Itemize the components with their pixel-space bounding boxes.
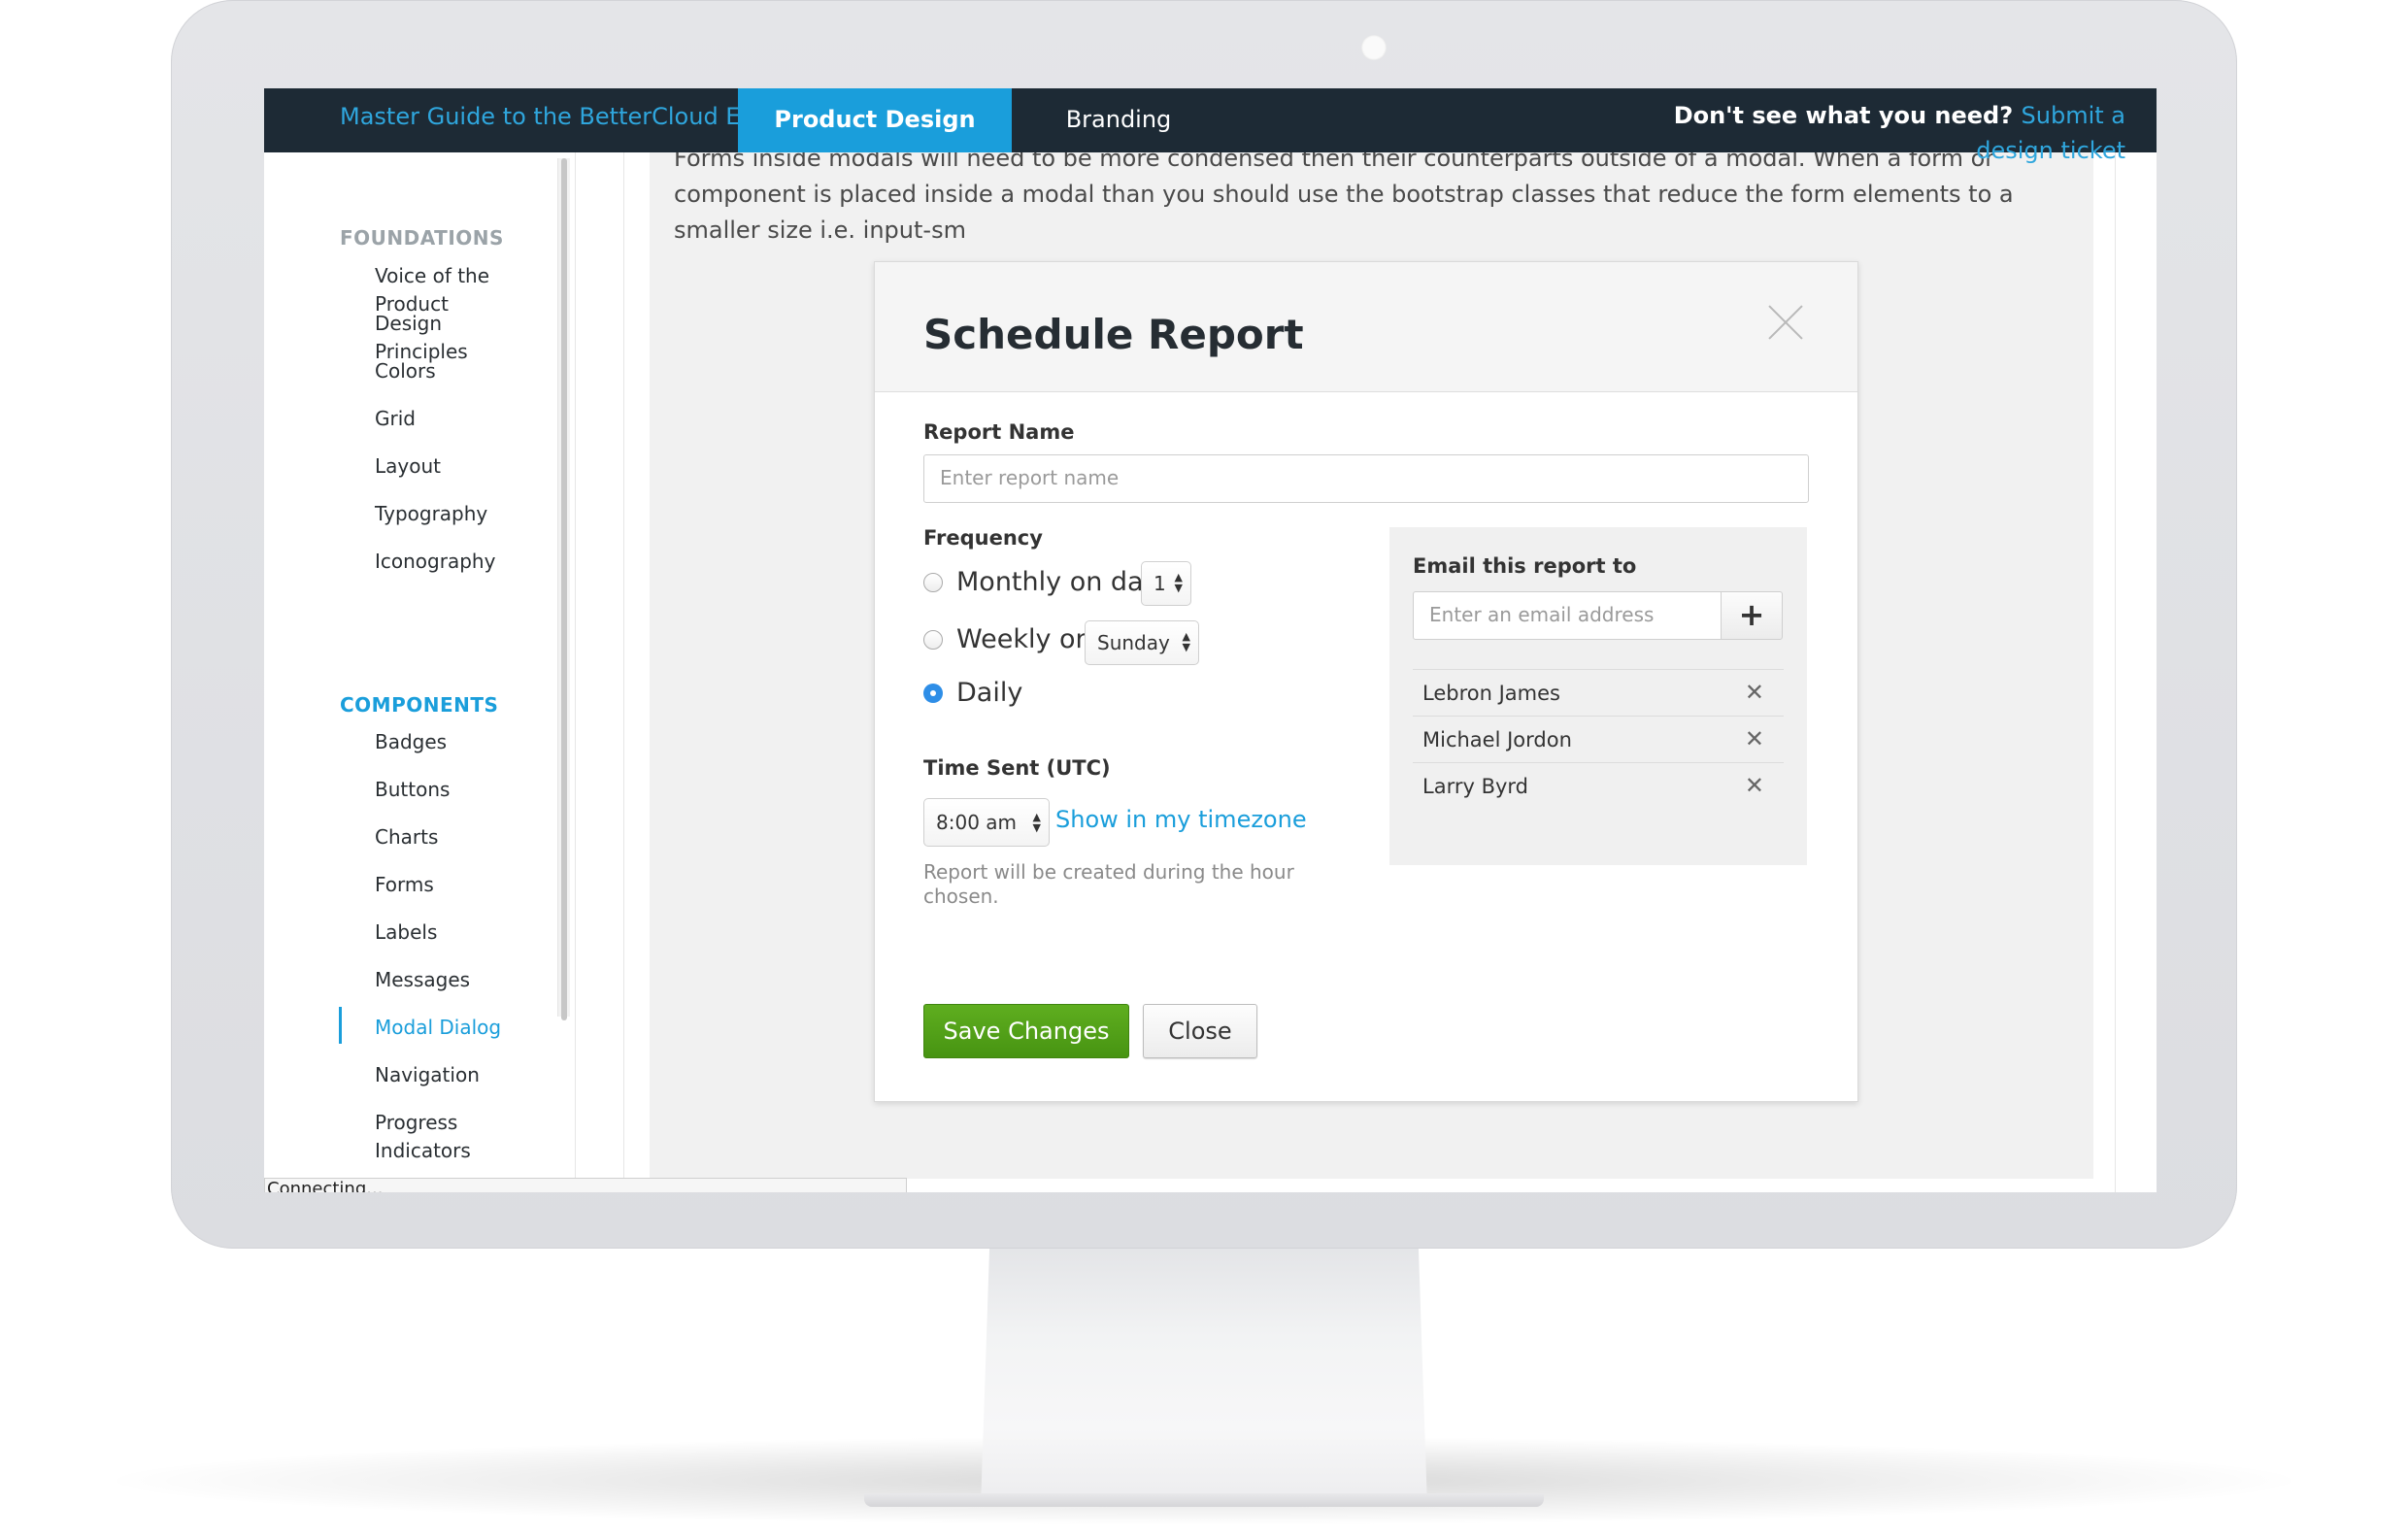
frequency-weekly-option[interactable]: Weekly on Sunday ▲ ▼: [923, 620, 1312, 665]
report-name-input[interactable]: Enter report name: [923, 454, 1809, 503]
remove-recipient-icon[interactable]: ✕: [1745, 670, 1764, 715]
radio-weekly[interactable]: [923, 630, 943, 650]
radio-daily[interactable]: [923, 684, 943, 703]
daily-label: Daily: [956, 678, 1023, 708]
tab-product-design[interactable]: Product Design: [738, 88, 1012, 152]
divider: [623, 152, 624, 1192]
sidebar-item-forms[interactable]: Forms: [375, 871, 540, 899]
close-icon[interactable]: [1766, 303, 1805, 342]
sidebar-item-charts[interactable]: Charts: [375, 823, 540, 851]
top-nav: Master Guide to the BetterCloud Experien…: [264, 88, 2157, 164]
email-input[interactable]: Enter an email address: [1413, 591, 1722, 640]
weekly-day-value: Sunday: [1097, 631, 1170, 654]
weekly-day-select[interactable]: Sunday ▲ ▼: [1085, 620, 1199, 665]
sidebar-item-modal-dialog[interactable]: Modal Dialog: [375, 1014, 540, 1042]
sidebar-item-colors[interactable]: Colors: [375, 357, 540, 385]
sidebar-item-typography[interactable]: Typography: [375, 500, 540, 528]
time-sent-label: Time Sent (UTC): [923, 756, 1111, 780]
sidebar-item-layout[interactable]: Layout: [375, 452, 540, 481]
monthly-day-value: 1: [1154, 572, 1166, 595]
remove-recipient-icon[interactable]: ✕: [1745, 763, 1764, 808]
sidebar-heading-foundations: FOUNDATIONS: [340, 226, 504, 250]
email-panel: Email this report to Enter an email addr…: [1389, 527, 1807, 865]
monitor-stand-base: [864, 1493, 1544, 1507]
close-button[interactable]: Close: [1143, 1004, 1257, 1058]
sidebar-item-labels[interactable]: Labels: [375, 918, 540, 947]
monthly-day-select[interactable]: 1 ▲ ▼: [1141, 561, 1191, 606]
add-email-button[interactable]: +: [1721, 591, 1783, 640]
frequency-label: Frequency: [923, 526, 1043, 550]
divider: [2115, 152, 2116, 1192]
screen: Master Guide to the BetterCloud Experien…: [264, 88, 2157, 1192]
active-indicator: [339, 1007, 342, 1044]
select-arrows-icon: ▲ ▼: [1182, 630, 1190, 653]
sidebar-item-grid[interactable]: Grid: [375, 405, 540, 433]
recipient-row: Larry Byrd ✕: [1413, 762, 1784, 810]
time-select[interactable]: 8:00 am ▲ ▼: [923, 798, 1050, 847]
monitor-stand: [981, 1245, 1427, 1507]
time-value: 8:00 am: [936, 811, 1018, 834]
sidebar: FOUNDATIONS Voice of the Product Design …: [264, 152, 552, 1192]
design-ticket-prompt: Don't see what you need? Submit a design…: [1630, 98, 2125, 168]
select-arrows-icon: ▲ ▼: [1174, 571, 1183, 594]
recipient-row: Lebron James ✕: [1413, 669, 1784, 717]
help-text: Don't see what you need?: [1673, 102, 2022, 129]
save-changes-button[interactable]: Save Changes: [923, 1004, 1129, 1058]
report-name-label: Report Name: [923, 420, 1075, 444]
sidebar-scroll-thumb[interactable]: [561, 158, 567, 1020]
monthly-label: Monthly on day: [956, 567, 1159, 597]
radio-monthly[interactable]: [923, 573, 943, 592]
email-label: Email this report to: [1413, 554, 1637, 578]
plus-icon: +: [1738, 596, 1765, 633]
recipient-name: Michael Jordon: [1422, 728, 1572, 751]
sidebar-item-badges[interactable]: Badges: [375, 728, 540, 756]
sidebar-scrollbar[interactable]: [557, 158, 570, 1020]
recipient-row: Michael Jordon ✕: [1413, 716, 1784, 763]
camera-icon: [1361, 35, 1387, 60]
divider: [575, 152, 576, 1192]
schedule-report-modal: Schedule Report Report Name Enter report…: [874, 261, 1858, 1102]
sidebar-item-progress-indicators[interactable]: Progress Indicators: [375, 1109, 540, 1165]
frequency-daily-option[interactable]: Daily: [923, 676, 1215, 717]
weekly-label: Weekly on: [956, 624, 1092, 654]
frequency-monthly-option[interactable]: Monthly on day 1 ▲ ▼: [923, 561, 1312, 606]
sidebar-item-navigation[interactable]: Navigation: [375, 1061, 540, 1089]
show-timezone-link[interactable]: Show in my timezone: [1055, 806, 1307, 833]
sidebar-item-messages[interactable]: Messages: [375, 966, 540, 994]
remove-recipient-icon[interactable]: ✕: [1745, 717, 1764, 761]
select-arrows-icon: ▲ ▼: [1032, 811, 1041, 834]
time-hint: Report will be created during the hour c…: [923, 860, 1294, 908]
sidebar-item-iconography[interactable]: Iconography: [375, 548, 540, 576]
tab-branding[interactable]: Branding: [1012, 88, 1225, 152]
status-bar: Connecting...: [264, 1178, 907, 1192]
recipient-name: Larry Byrd: [1422, 775, 1528, 798]
sidebar-heading-components: COMPONENTS: [340, 693, 499, 717]
modal-header: Schedule Report: [875, 262, 1857, 392]
modal-title: Schedule Report: [923, 311, 1304, 358]
sidebar-item-buttons[interactable]: Buttons: [375, 776, 540, 804]
recipient-name: Lebron James: [1422, 682, 1560, 705]
